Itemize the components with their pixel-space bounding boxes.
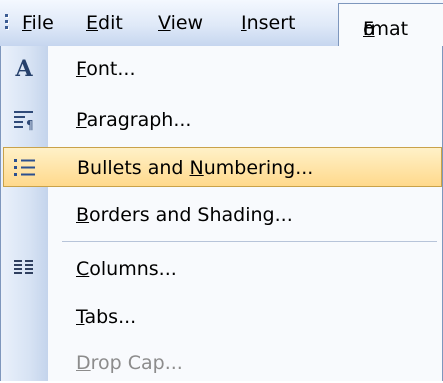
menu-item-tabs[interactable]: Tabs... <box>1 297 442 337</box>
menu-item-font[interactable]: A Font... <box>1 49 442 89</box>
menu-item-label: Tabs... <box>76 306 137 328</box>
menu-item-borders-and-shading[interactable]: Borders and Shading... <box>1 195 442 235</box>
menu-item-label: Bullets and Numbering... <box>77 157 314 179</box>
paragraph-icon: ¶ <box>11 108 37 132</box>
menu-item-label: Columns... <box>76 258 177 280</box>
menu-file[interactable]: File <box>22 10 54 36</box>
font-icon: A <box>15 56 33 82</box>
menu-item-label: Font... <box>76 58 136 80</box>
menu-item-label: Drop Cap... <box>76 352 183 374</box>
menu-insert[interactable]: Insert <box>241 10 296 36</box>
menu-item-bullets-and-numbering[interactable]: Bullets and Numbering... <box>3 147 442 187</box>
menu-item-drop-cap[interactable]: Drop Cap... <box>1 343 442 383</box>
format-dropdown-menu: A Font... ¶ Paragraph... Bullets and Num… <box>0 46 443 381</box>
menu-view[interactable]: View <box>158 10 203 36</box>
menu-edit[interactable]: Edit <box>86 10 123 36</box>
menu-bar: File Edit View Insert Fo rmat <box>0 0 443 47</box>
toolbar-grip-icon[interactable] <box>5 14 9 36</box>
menu-item-label: Paragraph... <box>76 109 192 131</box>
menu-item-columns[interactable]: Columns... <box>1 249 442 289</box>
bullets-icon <box>12 156 38 180</box>
menu-item-label: Borders and Shading... <box>76 204 293 226</box>
columns-icon <box>11 257 37 281</box>
menu-item-paragraph[interactable]: ¶ Paragraph... <box>1 100 442 140</box>
svg-text:¶: ¶ <box>26 118 34 132</box>
menu-separator <box>62 241 437 242</box>
menu-format[interactable]: Fo rmat <box>338 3 443 47</box>
